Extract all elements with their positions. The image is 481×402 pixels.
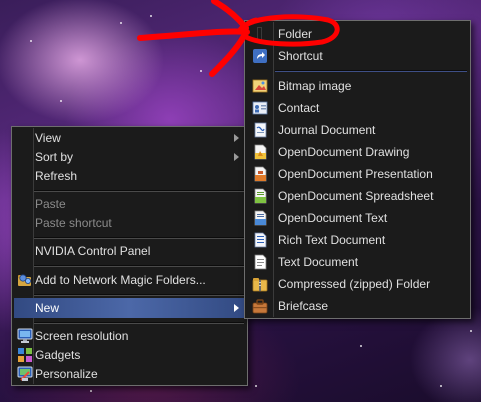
- new-submenu: Folder Shortcut Bitmap image Contact Jou…: [244, 20, 471, 319]
- submenu-item-contact[interactable]: Contact: [247, 98, 468, 118]
- menu-item-add-to-network-magic[interactable]: Add to Network Magic Folders...: [14, 270, 245, 290]
- menu-separator: [275, 70, 467, 72]
- odp-icon: [252, 166, 268, 182]
- menu-item-label: OpenDocument Drawing: [278, 145, 410, 159]
- menu-item-gadgets[interactable]: Gadgets: [14, 345, 245, 365]
- desktop-context-menu: View Sort by Refresh Paste Paste shortcu…: [11, 126, 248, 386]
- menu-item-label: Sort by: [35, 150, 74, 164]
- menu-item-label: Add to Network Magic Folders...: [35, 273, 206, 287]
- menu-item-new[interactable]: New: [14, 298, 245, 318]
- submenu-item-compressed-folder[interactable]: Compressed (zipped) Folder: [247, 274, 468, 294]
- menu-separator: [34, 237, 244, 239]
- menu-item-screen-resolution[interactable]: Screen resolution: [14, 326, 245, 346]
- monitor-icon: [17, 328, 33, 344]
- submenu-item-opendocument-drawing[interactable]: OpenDocument Drawing: [247, 142, 468, 162]
- journal-icon: [252, 122, 268, 138]
- text-document-icon: [252, 254, 268, 270]
- contact-icon: [252, 100, 268, 116]
- menu-item-label: Briefcase: [278, 299, 329, 313]
- menu-item-view[interactable]: View: [14, 128, 245, 148]
- submenu-item-opendocument-text[interactable]: OpenDocument Text: [247, 208, 468, 228]
- menu-item-label: OpenDocument Spreadsheet: [278, 189, 434, 203]
- menu-item-label: View: [35, 131, 61, 145]
- menu-item-label: New: [35, 301, 60, 315]
- menu-item-label: Contact: [278, 101, 320, 115]
- menu-item-label: Paste: [35, 197, 66, 211]
- menu-item-label: Bitmap image: [278, 79, 352, 93]
- folder-icon: [252, 26, 268, 42]
- submenu-item-opendocument-spreadsheet[interactable]: OpenDocument Spreadsheet: [247, 186, 468, 206]
- menu-item-label: OpenDocument Text: [278, 211, 388, 225]
- menu-item-label: Folder: [278, 27, 313, 41]
- menu-separator: [34, 322, 244, 324]
- submenu-item-shortcut[interactable]: Shortcut: [247, 46, 468, 66]
- submenu-item-text-document[interactable]: Text Document: [247, 252, 468, 272]
- menu-item-label: NVIDIA Control Panel: [35, 244, 151, 258]
- menu-item-label: Refresh: [35, 169, 78, 183]
- menu-item-refresh[interactable]: Refresh: [14, 166, 245, 186]
- menu-separator: [34, 294, 244, 296]
- submenu-item-bitmap-image[interactable]: Bitmap image: [247, 76, 468, 96]
- shortcut-icon: [252, 48, 268, 64]
- menu-item-label: Screen resolution: [35, 329, 129, 343]
- submenu-item-folder[interactable]: Folder: [247, 24, 468, 44]
- submenu-arrow-icon: [234, 153, 239, 161]
- menu-item-label: Compressed (zipped) Folder: [278, 277, 431, 291]
- personalize-icon: [17, 366, 33, 382]
- menu-item-label: Rich Text Document: [278, 233, 386, 247]
- submenu-item-opendocument-presentation[interactable]: OpenDocument Presentation: [247, 164, 468, 184]
- menu-item-label: Shortcut: [278, 49, 323, 63]
- menu-item-sort-by[interactable]: Sort by: [14, 147, 245, 167]
- menu-item-label: Text Document: [278, 255, 359, 269]
- submenu-item-journal-document[interactable]: Journal Document: [247, 120, 468, 140]
- gadgets-icon: [17, 347, 33, 363]
- ods-icon: [252, 188, 268, 204]
- menu-item-paste-shortcut[interactable]: Paste shortcut: [14, 213, 245, 233]
- submenu-item-rich-text-document[interactable]: Rich Text Document: [247, 230, 468, 250]
- zip-folder-icon: [252, 276, 268, 292]
- menu-item-nvidia-control-panel[interactable]: NVIDIA Control Panel: [14, 241, 245, 261]
- network-magic-icon: [17, 272, 33, 288]
- menu-separator: [34, 265, 244, 267]
- odg-icon: [252, 144, 268, 160]
- submenu-item-briefcase[interactable]: Briefcase: [247, 296, 468, 316]
- submenu-arrow-icon: [234, 304, 239, 312]
- menu-item-label: OpenDocument Presentation: [278, 167, 433, 181]
- bitmap-icon: [252, 78, 268, 94]
- menu-item-label: Paste shortcut: [35, 216, 112, 230]
- rtf-icon: [252, 232, 268, 248]
- menu-item-paste[interactable]: Paste: [14, 194, 245, 214]
- submenu-arrow-icon: [234, 134, 239, 142]
- menu-item-label: Journal Document: [278, 123, 376, 137]
- briefcase-icon: [252, 298, 268, 314]
- menu-separator: [34, 190, 244, 192]
- menu-item-personalize[interactable]: Personalize: [14, 364, 245, 384]
- odt-icon: [252, 210, 268, 226]
- menu-item-label: Personalize: [35, 367, 98, 381]
- menu-item-label: Gadgets: [35, 348, 81, 362]
